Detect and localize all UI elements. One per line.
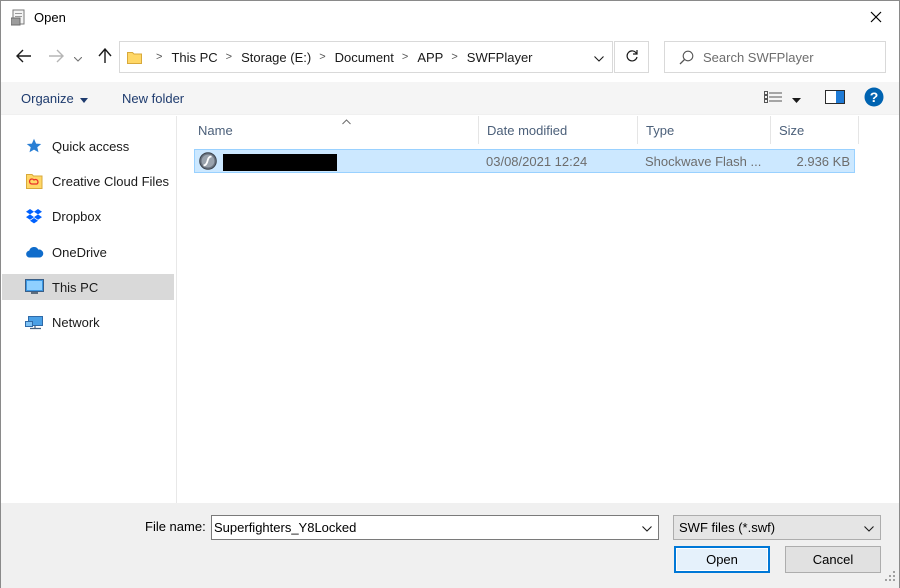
preview-pane-button[interactable] <box>825 82 845 115</box>
creative-cloud-folder-icon <box>24 172 44 190</box>
close-icon <box>870 11 882 26</box>
forward-button[interactable] <box>44 45 68 69</box>
sidebar-item-dropbox[interactable]: Dropbox <box>2 203 174 229</box>
file-name-dropdown-button[interactable] <box>636 516 658 539</box>
navigation-pane: Quick access Creative Cloud Files Dropbo… <box>1 116 177 503</box>
arrow-right-icon <box>48 49 64 66</box>
organize-button[interactable]: Organize <box>21 82 88 115</box>
organize-label: Organize <box>21 91 74 106</box>
breadcrumb-separator: > <box>156 51 163 63</box>
breadcrumb-this-pc[interactable]: This PC <box>171 50 217 65</box>
file-date-modified: 03/08/2021 12:24 <box>486 153 588 169</box>
dialog-footer: File name: SWF files (*.swf) Open Cancel <box>1 503 899 588</box>
breadcrumb-separator[interactable]: > <box>226 51 232 63</box>
help-button[interactable]: ? <box>864 82 884 115</box>
breadcrumb-swfplayer[interactable]: SWFPlayer <box>467 50 533 65</box>
window-title: Open <box>34 10 66 25</box>
open-button[interactable]: Open <box>674 546 770 573</box>
column-header-type[interactable]: Type <box>638 116 771 144</box>
back-button[interactable] <box>12 45 36 69</box>
shockwave-file-icon <box>199 152 217 173</box>
column-label: Size <box>779 122 805 138</box>
chevron-down-icon <box>73 50 83 65</box>
arrow-up-icon <box>98 47 112 67</box>
column-header-size[interactable]: Size <box>771 116 859 144</box>
sidebar-item-network[interactable]: Network <box>2 309 174 335</box>
svg-text:?: ? <box>870 89 879 105</box>
file-name-combobox[interactable] <box>211 515 659 540</box>
new-folder-button[interactable]: New folder <box>122 82 184 115</box>
file-type-dropdown-button[interactable] <box>858 516 880 539</box>
dropbox-icon <box>24 207 44 225</box>
breadcrumb-storage[interactable]: Storage (E:) <box>241 50 311 65</box>
search-icon <box>679 50 694 68</box>
column-header-date-modified[interactable]: Date modified <box>479 116 638 144</box>
change-view-button[interactable] <box>764 82 782 115</box>
open-button-label: Open <box>706 552 738 567</box>
file-list-header: Name Date modified Type Size <box>178 116 899 144</box>
arrow-left-icon <box>16 49 32 66</box>
sidebar-item-creative-cloud-files[interactable]: Creative Cloud Files <box>2 168 174 194</box>
file-type-select[interactable]: SWF files (*.swf) <box>673 515 881 540</box>
dialog-icon <box>10 9 27 26</box>
sidebar-item-label: This PC <box>52 279 99 295</box>
help-icon: ? <box>864 87 884 110</box>
file-name-input[interactable] <box>214 517 634 538</box>
file-name-label: File name: <box>145 519 206 534</box>
column-label: Name <box>198 122 233 138</box>
sidebar-item-label: Dropbox <box>52 208 102 224</box>
file-size: 2.936 KB <box>796 153 851 169</box>
address-bar[interactable]: > This PC > Storage (E:) > Document > AP… <box>119 41 613 73</box>
close-button[interactable] <box>853 1 899 35</box>
breadcrumb-document[interactable]: Document <box>335 50 394 65</box>
cloud-icon <box>24 243 44 261</box>
sidebar-item-onedrive[interactable]: OneDrive <box>2 239 174 265</box>
new-folder-label: New folder <box>122 91 185 106</box>
column-label: Date modified <box>487 122 568 138</box>
computer-icon <box>24 278 44 296</box>
chevron-down-icon <box>642 520 652 535</box>
cancel-button[interactable]: Cancel <box>785 546 881 573</box>
up-button[interactable] <box>93 45 117 69</box>
breadcrumb-separator[interactable]: > <box>402 51 408 63</box>
search-input[interactable] <box>703 43 881 71</box>
open-file-dialog: Open > This PC > Storage (E:) > Document… <box>0 0 900 588</box>
sort-ascending-icon <box>342 113 351 128</box>
address-dropdown-button[interactable] <box>586 42 612 72</box>
details-view-icon <box>764 91 782 106</box>
refresh-button[interactable] <box>614 41 649 73</box>
refresh-icon <box>625 49 639 66</box>
column-label: Type <box>646 122 675 138</box>
file-row[interactable]: 03/08/2021 12:24 Shockwave Flash ... 2.9… <box>194 149 855 173</box>
breadcrumb: > This PC > Storage (E:) > Document > AP… <box>148 42 533 72</box>
column-header-name[interactable]: Name <box>190 116 479 144</box>
network-icon <box>24 313 44 331</box>
breadcrumb-app[interactable]: APP <box>417 50 443 65</box>
sidebar-item-label: Network <box>52 314 100 330</box>
sidebar-item-quick-access[interactable]: Quick access <box>2 133 174 159</box>
resize-grip-icon[interactable] <box>885 569 895 584</box>
chevron-down-icon <box>864 520 874 535</box>
recent-locations-button[interactable] <box>70 45 86 69</box>
breadcrumb-separator[interactable]: > <box>451 51 457 63</box>
star-icon <box>24 137 44 155</box>
sidebar-item-label: OneDrive <box>52 244 107 260</box>
file-type-value: SWF files (*.swf) <box>679 520 776 535</box>
redacted-file-name <box>223 154 337 171</box>
file-type: Shockwave Flash ... <box>645 153 762 169</box>
search-box[interactable] <box>664 41 886 73</box>
preview-pane-icon <box>825 90 845 107</box>
chevron-down-icon <box>594 50 604 65</box>
view-options-button[interactable] <box>792 82 801 115</box>
sidebar-item-label: Quick access <box>52 138 130 154</box>
command-bar: Organize New folder ? <box>1 82 899 115</box>
cancel-button-label: Cancel <box>812 552 854 567</box>
folder-icon <box>127 50 142 64</box>
caret-down-icon <box>792 91 801 106</box>
breadcrumb-separator[interactable]: > <box>319 51 325 63</box>
caret-down-icon <box>79 91 88 106</box>
sidebar-item-label: Creative Cloud Files <box>52 173 170 189</box>
title-bar[interactable]: Open <box>1 1 899 35</box>
sidebar-item-this-pc[interactable]: This PC <box>2 274 174 300</box>
